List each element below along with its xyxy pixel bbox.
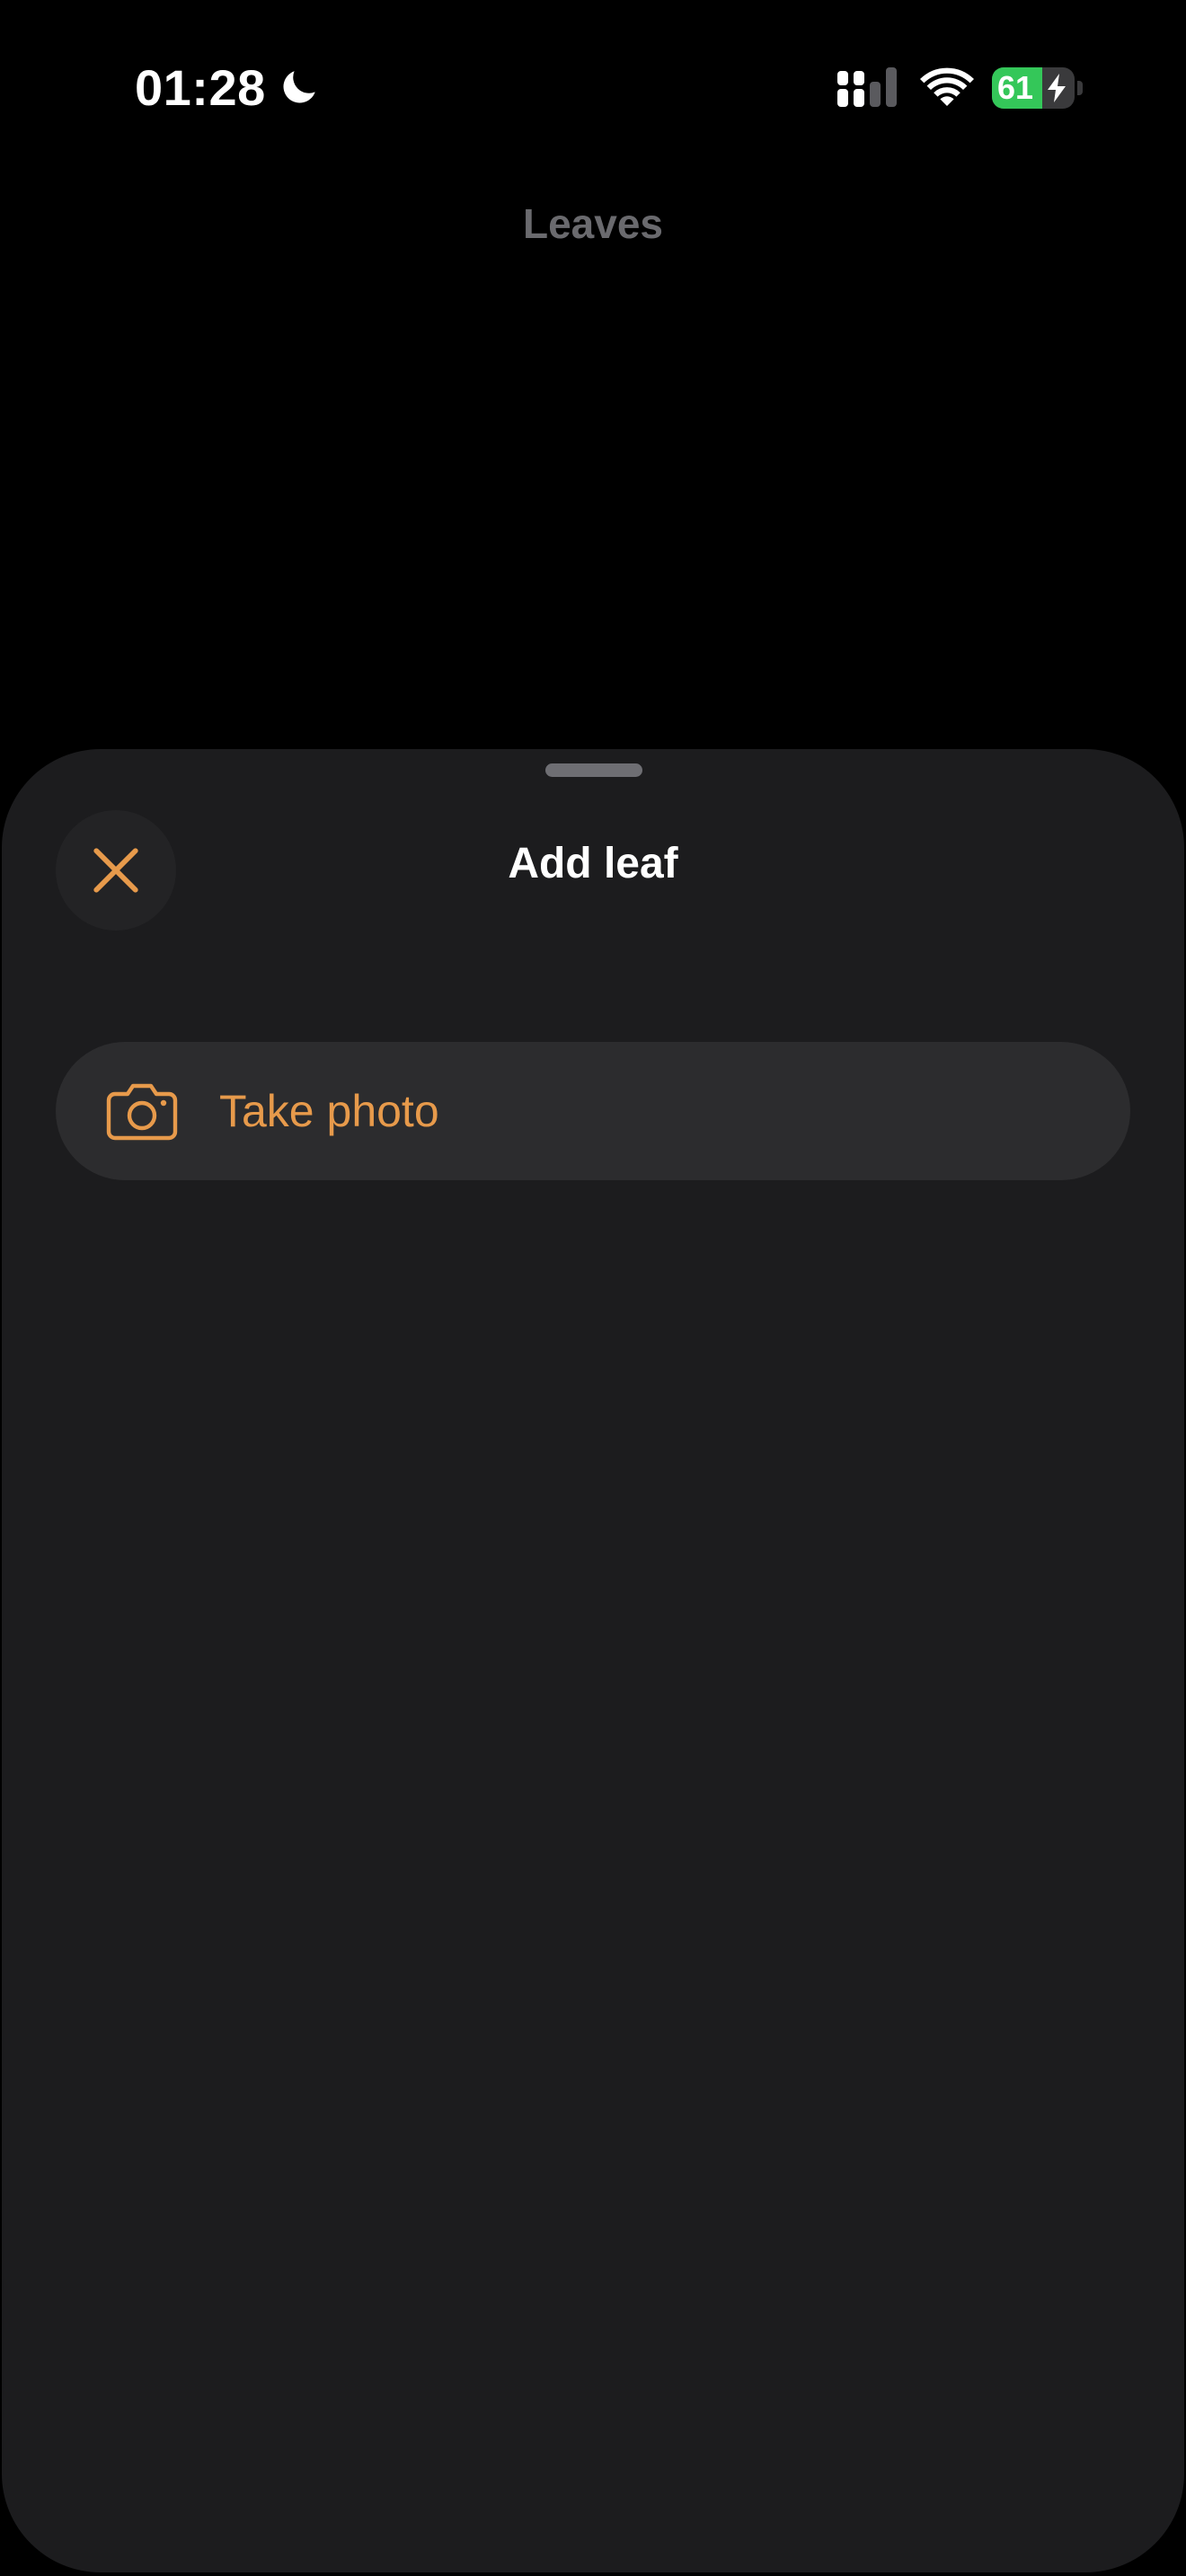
cellular-signal-icon [837, 67, 897, 107]
battery-body: 61 [992, 67, 1075, 109]
charging-bolt-icon [1048, 74, 1066, 102]
sheet-grabber[interactable] [545, 763, 642, 777]
status-indicators: 61 [836, 63, 1084, 113]
battery-cap [1077, 81, 1083, 95]
battery-indicator: 61 [992, 66, 1084, 110]
moon-icon [283, 71, 315, 103]
camera-icon [106, 1083, 178, 1141]
take-photo-label: Take photo [219, 1086, 439, 1136]
take-photo-button[interactable]: Take photo [56, 1042, 1130, 1180]
status-bar: 01:28 61 [0, 0, 1186, 162]
battery-level-label: 61 [997, 69, 1034, 106]
add-leaf-sheet: Add leaf Take photo [2, 749, 1184, 2572]
wifi-icon [920, 67, 974, 106]
background-screen-title: Leaves [522, 200, 663, 247]
status-time: 01:28 [135, 58, 266, 116]
status-time-group: 01:28 [135, 56, 322, 119]
sheet-title: Add leaf [508, 840, 678, 887]
